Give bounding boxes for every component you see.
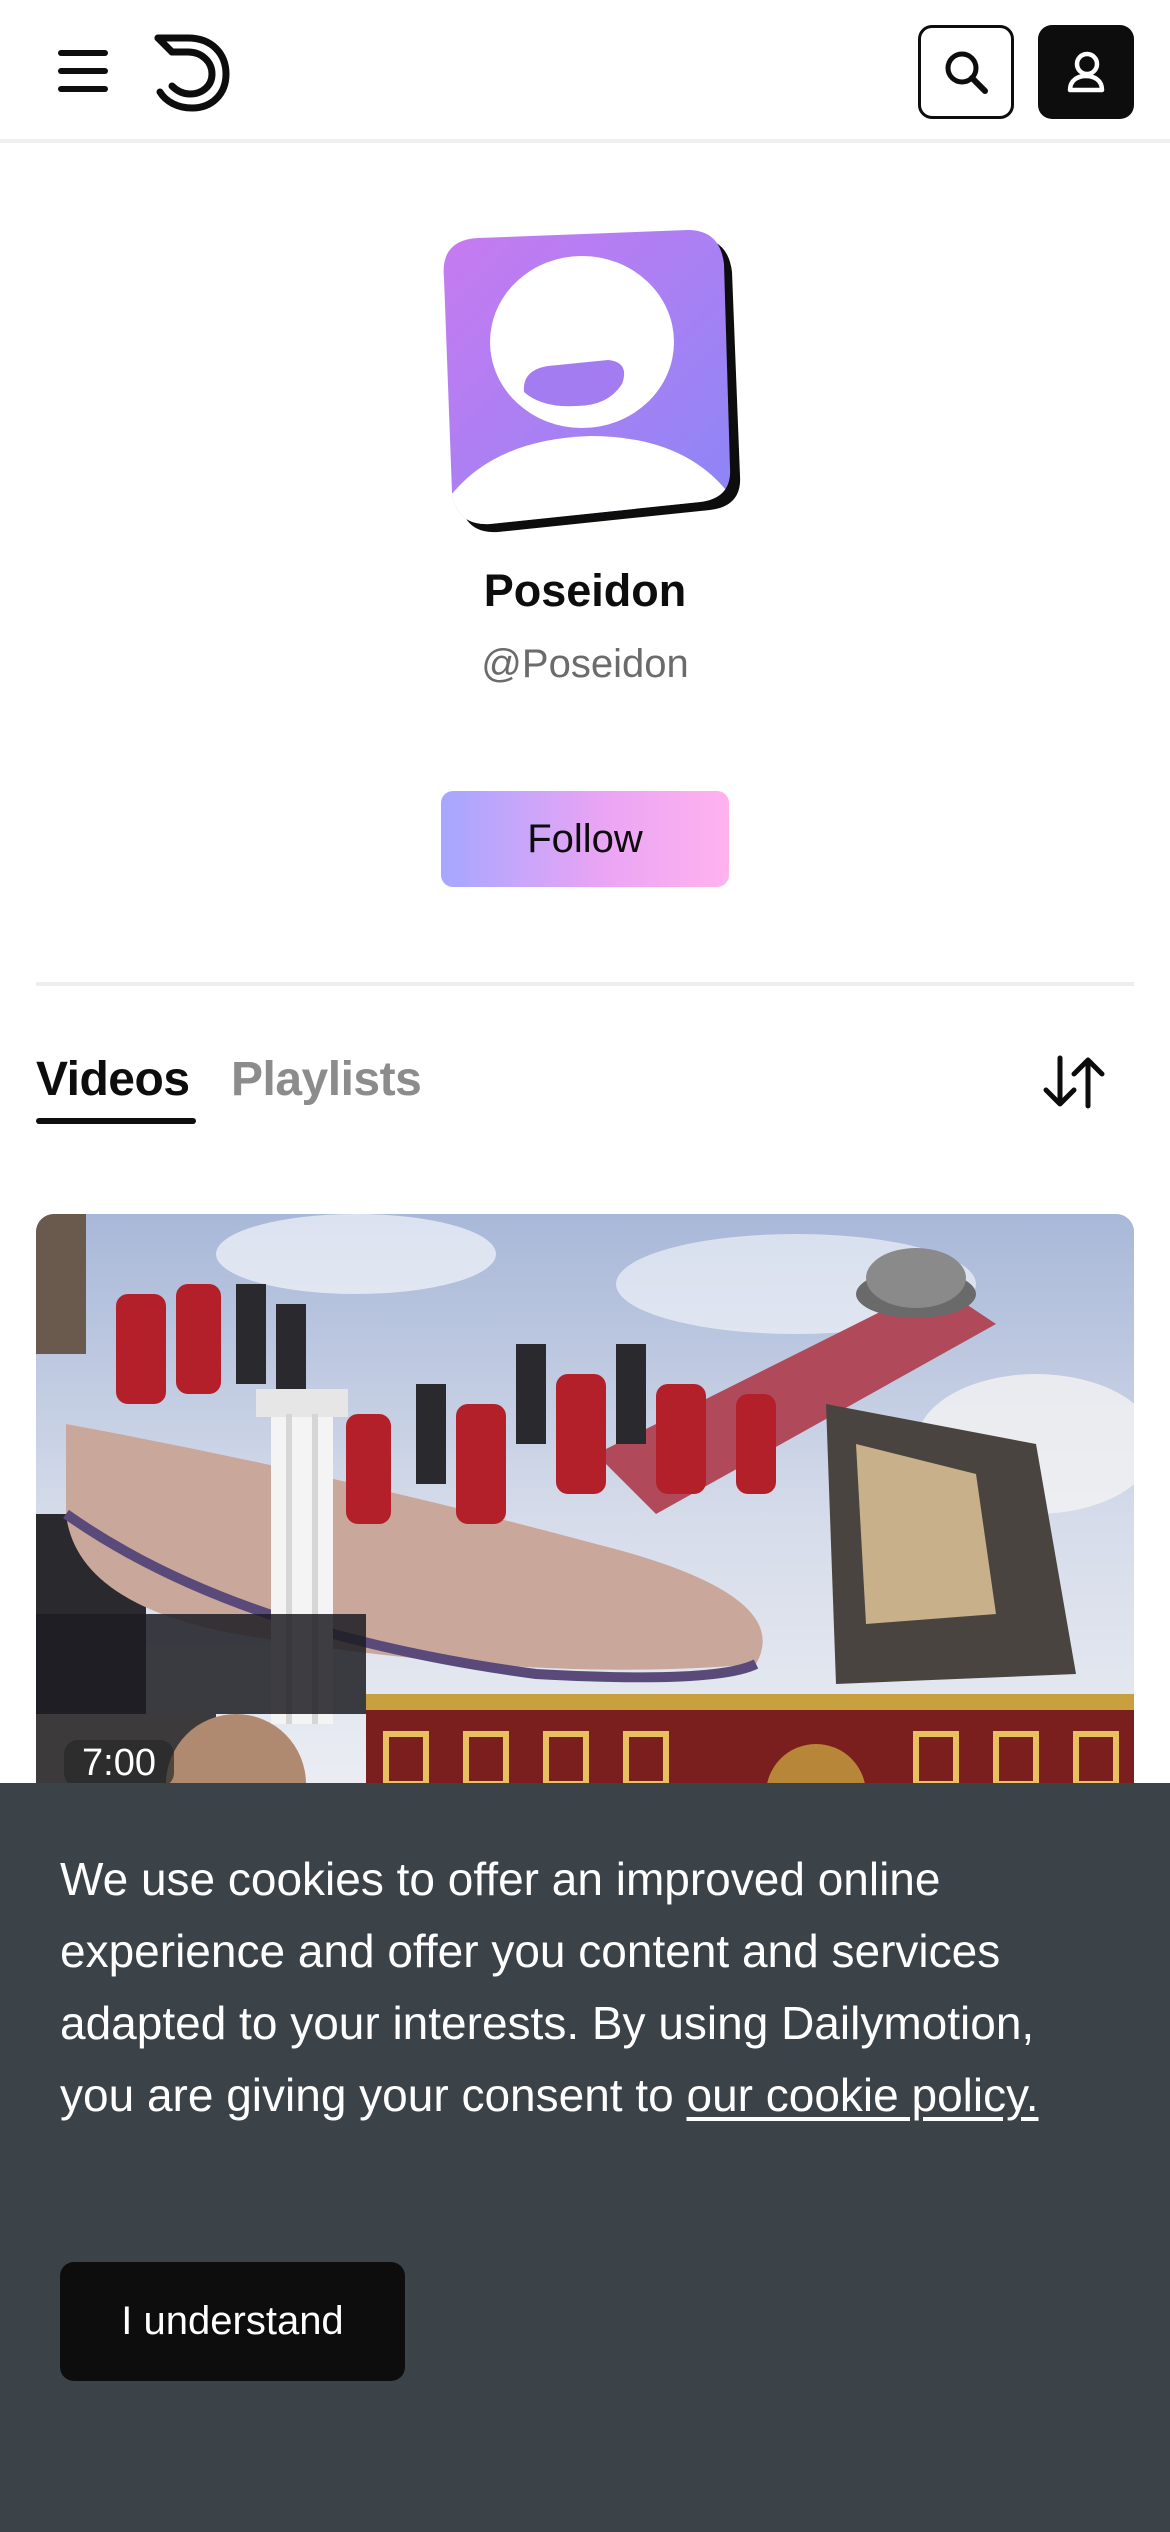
- follow-button[interactable]: Follow: [441, 791, 729, 887]
- top-navigation-bar: [0, 0, 1170, 143]
- cookie-policy-link[interactable]: our cookie policy.: [686, 2069, 1038, 2121]
- channel-name: Poseidon: [483, 565, 687, 616]
- search-icon: [945, 51, 988, 94]
- cookie-consent-text: We use cookies to offer an improved onli…: [60, 1843, 1120, 2131]
- hamburger-menu-icon[interactable]: [54, 46, 114, 96]
- dailymotion-logo-icon[interactable]: [154, 32, 230, 112]
- tab-playlists[interactable]: Playlists: [231, 1052, 422, 1107]
- video-thumbnail[interactable]: [36, 1214, 1134, 1834]
- sort-arrows-icon[interactable]: [1040, 1054, 1110, 1110]
- search-button[interactable]: [918, 25, 1014, 119]
- video-duration-badge: 7:00: [64, 1740, 174, 1787]
- tab-videos[interactable]: Videos: [36, 1052, 190, 1107]
- active-tab-indicator: [36, 1118, 196, 1124]
- amusement-park-ride-thumbnail: [36, 1214, 1134, 1834]
- cookie-consent-banner: We use cookies to offer an improved onli…: [0, 1783, 1170, 2532]
- account-button[interactable]: [1038, 25, 1134, 119]
- channel-avatar: [443, 230, 741, 533]
- accept-cookies-button[interactable]: I understand: [60, 2262, 405, 2381]
- channel-handle: @Poseidon: [481, 642, 689, 686]
- account-icon: [1067, 51, 1105, 93]
- section-divider: [36, 982, 1134, 986]
